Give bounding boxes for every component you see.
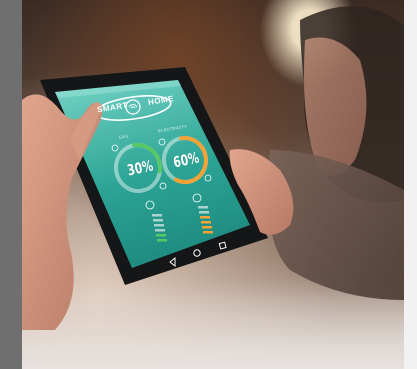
photo-frame: SMART HOME GAS ELECTRICITY 30% 60% — [0, 0, 417, 369]
scene-illustration — [22, 6, 404, 330]
